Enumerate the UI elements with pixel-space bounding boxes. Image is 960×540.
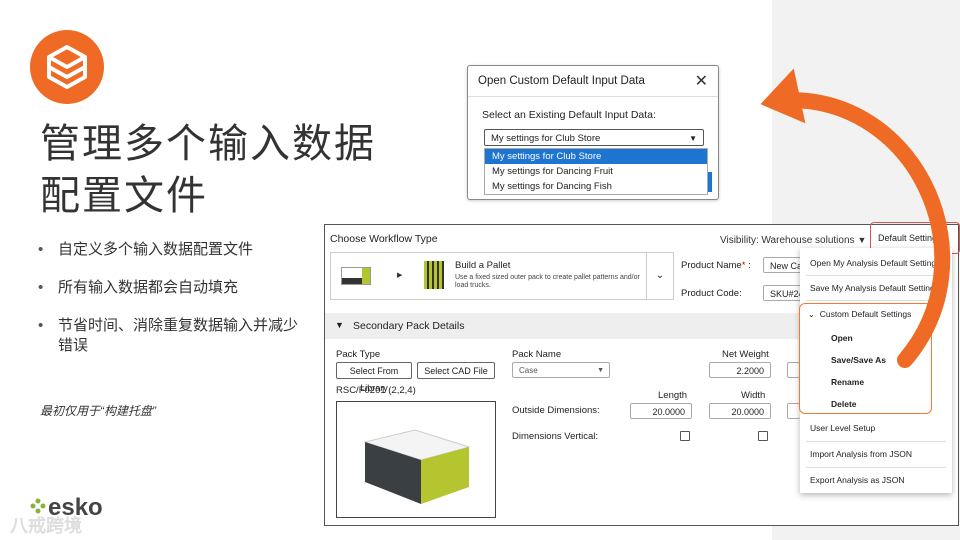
menu-item-import-json[interactable]: Import Analysis from JSON	[810, 449, 912, 459]
slide-title-line2: 配置文件	[40, 173, 208, 219]
pallet-icon	[424, 261, 444, 289]
width-input[interactable]: 20.0000	[709, 403, 771, 419]
select-from-library-button[interactable]: Select From Library	[336, 362, 412, 393]
chevron-down-icon[interactable]: ⌄	[646, 253, 673, 299]
case-icon	[341, 267, 371, 285]
slide-title: 管理多个输入数据 配置文件	[40, 118, 376, 222]
pack-name-value: Case	[519, 366, 538, 375]
section-title: Secondary Pack Details	[353, 320, 465, 332]
outside-dimensions-label: Outside Dimensions:	[512, 405, 600, 416]
width-label: Width	[741, 390, 766, 401]
arrow-right-icon: ▶	[397, 272, 403, 279]
pack-name-label: Pack Name	[512, 349, 562, 360]
bullet-item: 所有输入数据都会自动填充	[38, 278, 308, 298]
slide-title-line1: 管理多个输入数据	[40, 121, 376, 167]
collapse-icon: ▼	[335, 320, 344, 330]
select-cad-file-button[interactable]: Select CAD File	[417, 362, 495, 379]
workflow-selector[interactable]: ▶ Build a Pallet Use a fixed sized outer…	[330, 252, 674, 300]
menu-item-user-level[interactable]: User Level Setup	[810, 423, 875, 433]
menu-divider	[806, 441, 946, 442]
esko-mark-icon	[30, 498, 46, 514]
open-default-input-dialog: Open Custom Default Input Data ✕ Select …	[467, 65, 719, 200]
caret-down-icon: ▼	[597, 367, 604, 374]
bullet-item: 自定义多个输入数据配置文件	[38, 240, 308, 260]
workflow-description: Use a fixed sized outer pack to create p…	[455, 274, 640, 289]
width-vertical-checkbox[interactable]	[758, 431, 768, 441]
option-item[interactable]: My settings for Dancing Fish	[485, 179, 707, 194]
footnote: 最初仅用于“构建托盘”	[40, 404, 156, 418]
length-input[interactable]: 20.0000	[630, 403, 692, 419]
workflow-title: Build a Pallet	[455, 260, 511, 271]
pack-type-label: Pack Type	[336, 349, 381, 360]
bullet-list: 自定义多个输入数据配置文件 所有输入数据都会自动填充 节省时间、消除重复数据输入…	[38, 240, 308, 374]
length-vertical-checkbox[interactable]	[680, 431, 690, 441]
menu-divider	[806, 467, 946, 468]
app-logo-icon	[30, 30, 104, 104]
dialog-divider	[468, 96, 718, 97]
length-label: Length	[658, 390, 688, 401]
default-input-select[interactable]: My settings for Club Store ▼	[484, 129, 704, 146]
dimensions-vertical-label: Dimensions Vertical:	[512, 431, 599, 442]
option-item[interactable]: My settings for Club Store	[485, 149, 707, 164]
watermark: 八戒跨境	[10, 516, 82, 536]
option-item[interactable]: My settings for Dancing Fruit	[485, 164, 707, 179]
panel-title: Choose Workflow Type	[330, 233, 438, 245]
menu-item-export-json[interactable]: Export Analysis as JSON	[810, 475, 904, 485]
dialog-title: Open Custom Default Input Data	[478, 75, 645, 87]
default-input-options: My settings for Club Store My settings f…	[484, 148, 708, 195]
select-value: My settings for Club Store	[491, 133, 601, 144]
curved-arrow-icon	[760, 68, 951, 368]
pack-3d-preview	[336, 401, 496, 518]
bullet-item: 节省时间、消除重复数据输入并减少错误	[38, 316, 308, 356]
rsc-text: RSC/F0201 (2,2,4)	[336, 385, 416, 396]
dialog-label: Select an Existing Default Input Data:	[482, 109, 656, 121]
pack-name-select[interactable]: Case ▼	[512, 362, 610, 378]
